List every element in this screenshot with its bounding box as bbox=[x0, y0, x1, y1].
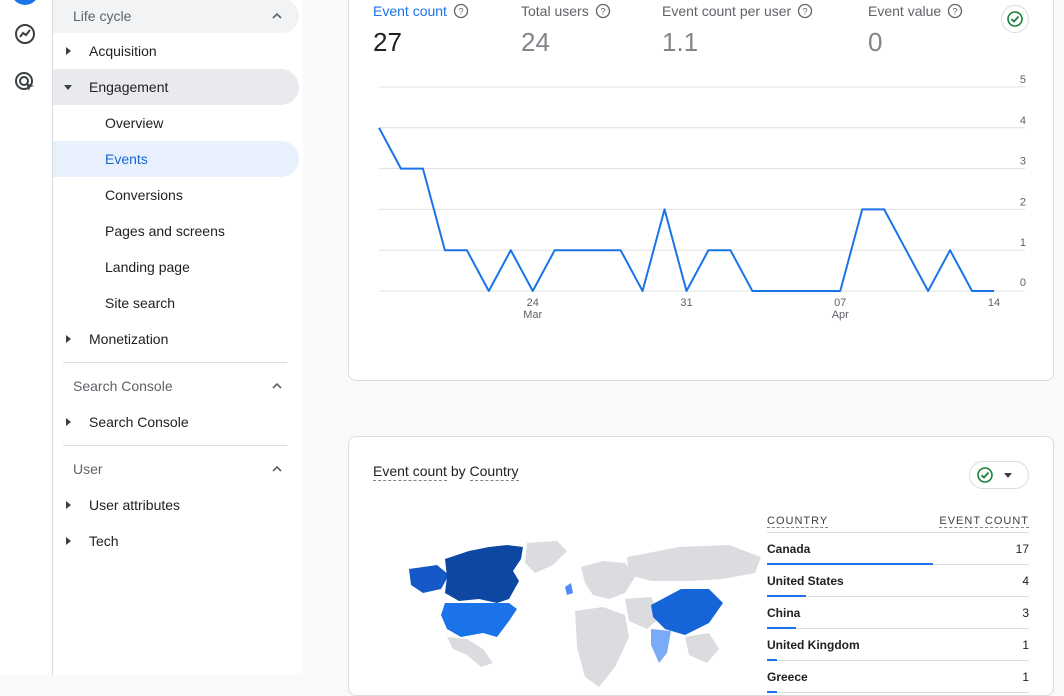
nav-item-overview[interactable]: Overview bbox=[53, 105, 299, 141]
nav-item-acquisition[interactable]: Acquisition bbox=[53, 33, 299, 69]
country-name: United States bbox=[767, 573, 844, 588]
country-name: Greece bbox=[767, 669, 808, 684]
chevron-up-icon bbox=[272, 382, 282, 389]
expand-arrow-icon bbox=[66, 47, 71, 55]
map-region-southeast-asia bbox=[685, 633, 719, 663]
country-map-card: Event count by Country COUNTRY EVENT COU… bbox=[348, 436, 1054, 696]
chevron-up-icon bbox=[272, 465, 282, 472]
country-name: China bbox=[767, 605, 801, 620]
nav-item-tech[interactable]: Tech bbox=[53, 523, 299, 559]
table-row[interactable]: Canada 17 bbox=[767, 533, 1029, 565]
expand-arrow-icon bbox=[66, 335, 71, 343]
y-tick-label: 2 bbox=[1020, 196, 1026, 208]
country-name: Canada bbox=[767, 541, 811, 556]
map-region-uk bbox=[565, 583, 573, 595]
country-table: COUNTRY EVENT COUNT Canada 17 United State… bbox=[767, 507, 1029, 693]
nav-item-landing-page[interactable]: Landing page bbox=[53, 249, 299, 285]
map-region-alaska bbox=[409, 565, 449, 593]
event-count-value: 17 bbox=[1015, 541, 1029, 556]
dimension-selector[interactable]: Country bbox=[469, 463, 519, 481]
event-count-value: 1 bbox=[1022, 669, 1029, 684]
map-region-russia bbox=[627, 545, 761, 581]
nav-item-pages-and-screens[interactable]: Pages and screens bbox=[53, 213, 299, 249]
column-header-country[interactable]: COUNTRY bbox=[767, 515, 829, 528]
collapse-arrow-icon bbox=[64, 85, 72, 90]
event-count-value: 1 bbox=[1022, 637, 1029, 652]
reports-icon[interactable] bbox=[13, 22, 37, 46]
map-region-greenland bbox=[525, 541, 567, 573]
lifecycle-section-header[interactable]: Life cycle bbox=[53, 0, 299, 33]
table-row[interactable]: China 3 bbox=[767, 597, 1029, 629]
table-header: COUNTRY EVENT COUNT bbox=[767, 507, 1029, 533]
x-tick-month-label: Apr bbox=[832, 309, 849, 321]
nav-divider bbox=[63, 362, 287, 363]
nav-item-user-attributes[interactable]: User attributes bbox=[53, 487, 299, 523]
user-section-header[interactable]: User bbox=[53, 452, 299, 486]
event-count-bar bbox=[767, 691, 777, 693]
dropdown-arrow-icon bbox=[1004, 472, 1012, 478]
search-console-section-header[interactable]: Search Console bbox=[53, 369, 299, 403]
x-tick-label: 24 bbox=[527, 297, 539, 309]
nav-item-events[interactable]: Events bbox=[53, 141, 299, 177]
expand-arrow-icon bbox=[66, 501, 71, 509]
event-count-line-chart: 5 4 3 2 1 0 24Mar 31 07Apr 14 bbox=[378, 74, 1026, 321]
map-card-title: Event count by Country bbox=[373, 463, 519, 481]
check-circle-icon bbox=[977, 467, 993, 483]
nav-item-engagement[interactable]: Engagement bbox=[53, 69, 299, 105]
map-region-usa bbox=[441, 603, 517, 637]
world-map[interactable] bbox=[389, 537, 769, 687]
map-region-africa bbox=[575, 607, 629, 687]
x-tick-label: 14 bbox=[988, 297, 1000, 309]
nav-item-search-console[interactable]: Search Console bbox=[53, 404, 299, 440]
x-tick-month-label: Mar bbox=[523, 309, 542, 321]
nav-item-conversions[interactable]: Conversions bbox=[53, 177, 299, 213]
y-tick-label: 3 bbox=[1020, 156, 1026, 168]
chevron-up-icon bbox=[272, 12, 282, 19]
event-count-value: 4 bbox=[1022, 573, 1029, 588]
comparison-dropdown-button[interactable] bbox=[969, 461, 1029, 489]
home-icon[interactable] bbox=[11, 0, 39, 5]
explore-icon[interactable] bbox=[13, 70, 37, 94]
event-count-chart-card: Event count ? 27 Total users ? 24 Event … bbox=[348, 0, 1054, 381]
table-row[interactable]: Greece 1 bbox=[767, 661, 1029, 693]
expand-arrow-icon bbox=[66, 418, 71, 426]
report-navigation: Life cycle Acquisition Engagement Overvi… bbox=[53, 0, 303, 675]
event-count-value: 3 bbox=[1022, 605, 1029, 620]
country-name: United Kingdom bbox=[767, 637, 860, 652]
y-tick-label: 1 bbox=[1020, 237, 1026, 249]
map-region-europe bbox=[581, 561, 635, 599]
table-row[interactable]: United States 4 bbox=[767, 565, 1029, 597]
map-region-china bbox=[651, 589, 723, 635]
x-tick-label: 07 bbox=[834, 297, 846, 309]
map-region-india bbox=[651, 629, 671, 663]
y-tick-label: 5 bbox=[1020, 74, 1026, 86]
map-region-mexico bbox=[447, 637, 493, 667]
nav-item-monetization[interactable]: Monetization bbox=[53, 321, 299, 357]
y-tick-label: 0 bbox=[1020, 277, 1026, 289]
lifecycle-section-title: Life cycle bbox=[73, 8, 132, 24]
map-region-canada bbox=[445, 545, 523, 603]
x-tick-label: 31 bbox=[680, 297, 692, 309]
nav-item-site-search[interactable]: Site search bbox=[53, 285, 299, 321]
table-row[interactable]: United Kingdom 1 bbox=[767, 629, 1029, 661]
column-header-event-count[interactable]: EVENT COUNT bbox=[939, 515, 1029, 528]
y-tick-label: 4 bbox=[1020, 115, 1026, 127]
metric-selector[interactable]: Event count bbox=[373, 463, 447, 481]
icon-rail bbox=[0, 0, 53, 675]
nav-divider bbox=[63, 445, 287, 446]
expand-arrow-icon bbox=[66, 537, 71, 545]
